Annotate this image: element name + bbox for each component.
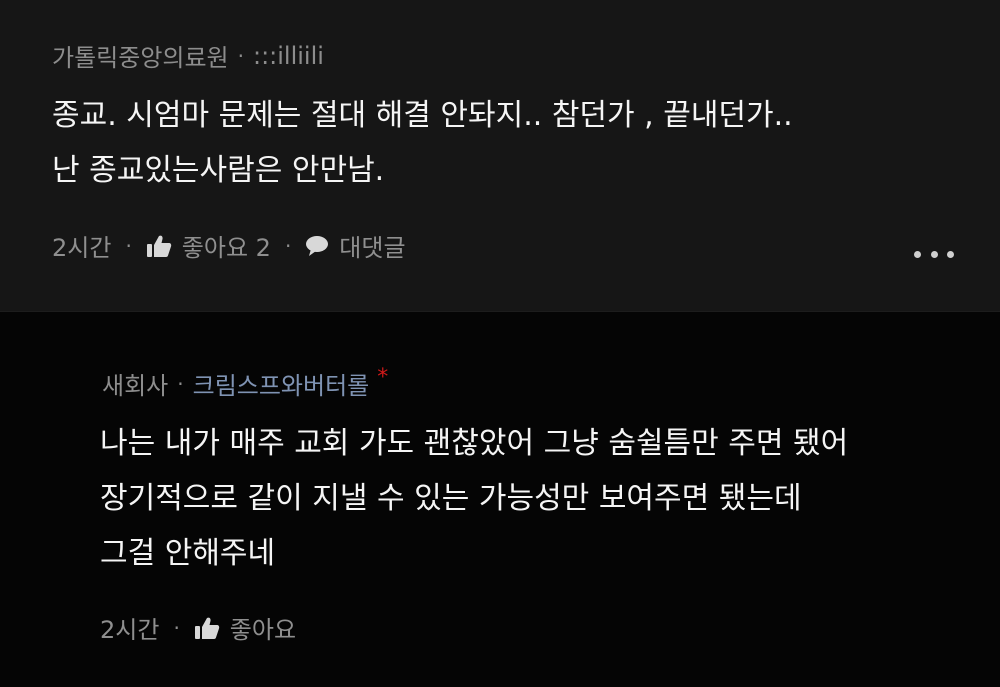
reply-time: 2시간	[100, 616, 160, 644]
comment-actions: 2시간 · 좋아요 2 · 대댓글	[52, 228, 406, 263]
author-company[interactable]: 새회사	[102, 366, 168, 401]
action-separator: ·	[125, 233, 132, 258]
author-nickname[interactable]: 크림스프와버터롤	[193, 366, 370, 401]
thumbs-up-icon	[194, 617, 219, 639]
like-label: 좋아요 2	[181, 234, 271, 262]
author-mark: *	[377, 365, 389, 390]
comment-author-meta: 가톨릭중앙의료원 · :::illiili	[52, 38, 324, 73]
comment-card: 가톨릭중앙의료원 · :::illiili 종교. 시엄마 문제는 절대 해결 …	[0, 0, 1000, 312]
reply-author-meta: 새회사 · 크림스프와버터롤 *	[102, 365, 389, 401]
comment-line: 종교. 시엄마 문제는 절대 해결 안돠지.. 참던가 , 끝내던가..	[52, 98, 793, 133]
reply-button[interactable]: 대댓글	[305, 228, 406, 263]
more-dot	[914, 250, 921, 258]
reply-card: 새회사 · 크림스프와버터롤 * 나는 내가 매주 교회 가도 괜찮았어 그냥 …	[0, 312, 1000, 687]
meta-separator: ·	[177, 371, 184, 396]
author-hospital[interactable]: 가톨릭중앙의료원	[52, 38, 229, 73]
thumbs-up-icon	[146, 235, 171, 257]
reply-actions: 2시간 · 좋아요	[100, 610, 296, 645]
speech-bubble-icon	[306, 235, 329, 256]
like-button[interactable]: 좋아요 2	[146, 228, 271, 263]
reply-line: 그걸 안해주네	[100, 536, 276, 571]
comment-body: 종교. 시엄마 문제는 절대 해결 안돠지.. 참던가 , 끝내던가.. 난 종…	[52, 88, 793, 198]
like-button[interactable]: 좋아요	[194, 610, 296, 645]
more-dot	[930, 250, 938, 258]
reply-line: 나는 내가 매주 교회 가도 괜찮았어 그냥 숨쉴틈만 주면 됐어	[100, 426, 849, 461]
more-options-button[interactable]	[914, 244, 954, 264]
like-label: 좋아요	[229, 616, 297, 644]
comment-line: 난 종교있는사람은 안만남.	[52, 153, 385, 188]
action-separator: ·	[173, 615, 180, 640]
more-dot	[947, 250, 954, 258]
reply-label: 대댓글	[339, 234, 406, 262]
reply-body: 나는 내가 매주 교회 가도 괜찮았어 그냥 숨쉴틈만 주면 됐어 장기적으로 …	[100, 416, 848, 581]
action-separator: ·	[284, 233, 292, 258]
comment-time: 2시간	[52, 234, 112, 262]
author-nickname[interactable]: :::illiili	[253, 42, 324, 70]
reply-line: 장기적으로 같이 지낼 수 있는 가능성만 보여주면 됐는데	[100, 481, 802, 516]
meta-separator: ·	[237, 43, 244, 68]
